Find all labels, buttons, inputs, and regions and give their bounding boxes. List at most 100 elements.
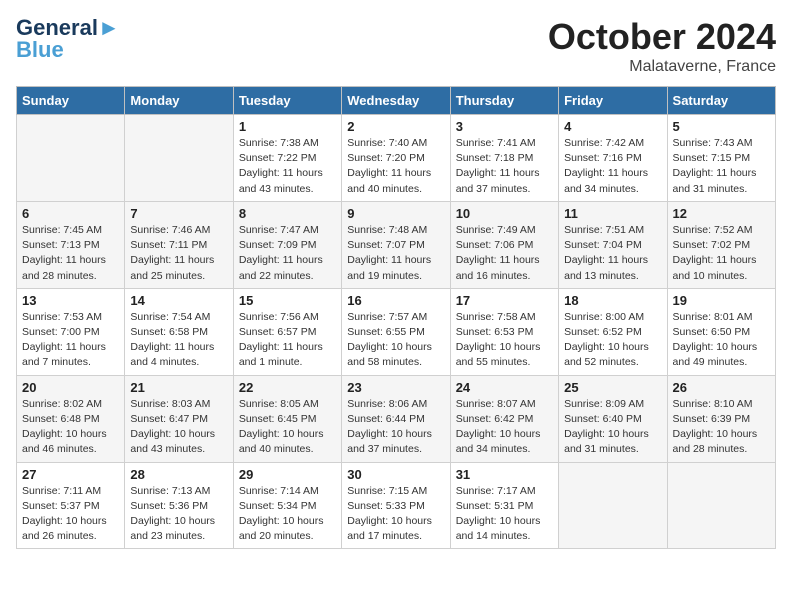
week-row: 1 Sunrise: 7:38 AMSunset: 7:22 PMDaylight… [17, 115, 776, 202]
day-number: 5 [673, 119, 770, 134]
day-number: 3 [456, 119, 553, 134]
day-info: Sunrise: 7:41 AMSunset: 7:18 PMDaylight:… [456, 136, 553, 197]
calendar-cell: 18 Sunrise: 8:00 AMSunset: 6:52 PMDayligh… [559, 288, 667, 375]
day-info: Sunrise: 8:03 AMSunset: 6:47 PMDaylight:… [130, 397, 227, 458]
day-info: Sunrise: 7:49 AMSunset: 7:06 PMDaylight:… [456, 223, 553, 284]
calendar-cell: 14 Sunrise: 7:54 AMSunset: 6:58 PMDayligh… [125, 288, 233, 375]
calendar-cell [17, 115, 125, 202]
weekday-header: Saturday [667, 87, 775, 115]
calendar-cell: 5 Sunrise: 7:43 AMSunset: 7:15 PMDaylight… [667, 115, 775, 202]
calendar-cell: 19 Sunrise: 8:01 AMSunset: 6:50 PMDayligh… [667, 288, 775, 375]
weekday-header: Tuesday [233, 87, 341, 115]
calendar-cell: 15Sunrise: 7:56 AMSunset: 6:57 PMDayligh… [233, 288, 341, 375]
week-row: 13Sunrise: 7:53 AMSunset: 7:00 PMDayligh… [17, 288, 776, 375]
day-info: Sunrise: 8:01 AMSunset: 6:50 PMDaylight:… [673, 310, 770, 371]
calendar-cell: 23 Sunrise: 8:06 AMSunset: 6:44 PMDayligh… [342, 375, 450, 462]
week-row: 27 Sunrise: 7:11 AMSunset: 5:37 PMDayligh… [17, 462, 776, 549]
calendar-cell: 30 Sunrise: 7:15 AMSunset: 5:33 PMDayligh… [342, 462, 450, 549]
calendar-cell: 10 Sunrise: 7:49 AMSunset: 7:06 PMDayligh… [450, 201, 558, 288]
day-number: 19 [673, 293, 770, 308]
calendar-cell: 28 Sunrise: 7:13 AMSunset: 5:36 PMDayligh… [125, 462, 233, 549]
day-number: 9 [347, 206, 444, 221]
weekday-header: Wednesday [342, 87, 450, 115]
logo: General► Blue [16, 16, 120, 62]
day-number: 21 [130, 380, 227, 395]
day-info: Sunrise: 8:10 AMSunset: 6:39 PMDaylight:… [673, 397, 770, 458]
day-number: 30 [347, 467, 444, 482]
day-number: 12 [673, 206, 770, 221]
calendar-cell: 27 Sunrise: 7:11 AMSunset: 5:37 PMDayligh… [17, 462, 125, 549]
logo-blue: Blue [16, 38, 120, 62]
calendar-cell: 11Sunrise: 7:51 AMSunset: 7:04 PMDayligh… [559, 201, 667, 288]
calendar-cell: 24Sunrise: 8:07 AMSunset: 6:42 PMDayligh… [450, 375, 558, 462]
day-number: 23 [347, 380, 444, 395]
day-info: Sunrise: 7:13 AMSunset: 5:36 PMDaylight:… [130, 484, 227, 545]
day-number: 1 [239, 119, 336, 134]
day-number: 2 [347, 119, 444, 134]
calendar-cell: 31Sunrise: 7:17 AMSunset: 5:31 PMDayligh… [450, 462, 558, 549]
weekday-header: Friday [559, 87, 667, 115]
day-number: 27 [22, 467, 119, 482]
day-number: 25 [564, 380, 661, 395]
day-number: 7 [130, 206, 227, 221]
day-number: 22 [239, 380, 336, 395]
calendar-cell: 22 Sunrise: 8:05 AMSunset: 6:45 PMDayligh… [233, 375, 341, 462]
day-info: Sunrise: 7:52 AMSunset: 7:02 PMDaylight:… [673, 223, 770, 284]
day-number: 24 [456, 380, 553, 395]
calendar-cell: 9 Sunrise: 7:48 AMSunset: 7:07 PMDaylight… [342, 201, 450, 288]
calendar-cell: 13Sunrise: 7:53 AMSunset: 7:00 PMDayligh… [17, 288, 125, 375]
weekday-header: Sunday [17, 87, 125, 115]
day-info: Sunrise: 7:40 AMSunset: 7:20 PMDaylight:… [347, 136, 444, 197]
calendar-cell [667, 462, 775, 549]
day-number: 26 [673, 380, 770, 395]
calendar-cell: 21 Sunrise: 8:03 AMSunset: 6:47 PMDayligh… [125, 375, 233, 462]
calendar-cell [125, 115, 233, 202]
day-info: Sunrise: 8:05 AMSunset: 6:45 PMDaylight:… [239, 397, 336, 458]
day-info: Sunrise: 7:57 AMSunset: 6:55 PMDaylight:… [347, 310, 444, 371]
day-number: 8 [239, 206, 336, 221]
calendar-cell: 7 Sunrise: 7:46 AMSunset: 7:11 PMDaylight… [125, 201, 233, 288]
weekday-header: Monday [125, 87, 233, 115]
page-header: General► Blue October 2024 Malataverne, … [16, 16, 776, 76]
weekday-header-row: SundayMondayTuesdayWednesdayThursdayFrid… [17, 87, 776, 115]
day-number: 14 [130, 293, 227, 308]
day-info: Sunrise: 7:43 AMSunset: 7:15 PMDaylight:… [673, 136, 770, 197]
day-info: Sunrise: 8:00 AMSunset: 6:52 PMDaylight:… [564, 310, 661, 371]
day-info: Sunrise: 7:15 AMSunset: 5:33 PMDaylight:… [347, 484, 444, 545]
day-info: Sunrise: 7:47 AMSunset: 7:09 PMDaylight:… [239, 223, 336, 284]
week-row: 6 Sunrise: 7:45 AMSunset: 7:13 PMDaylight… [17, 201, 776, 288]
day-number: 13 [22, 293, 119, 308]
day-number: 6 [22, 206, 119, 221]
day-number: 16 [347, 293, 444, 308]
calendar-cell: 12 Sunrise: 7:52 AMSunset: 7:02 PMDayligh… [667, 201, 775, 288]
calendar-cell: 4Sunrise: 7:42 AMSunset: 7:16 PMDaylight… [559, 115, 667, 202]
calendar-cell: 2 Sunrise: 7:40 AMSunset: 7:20 PMDaylight… [342, 115, 450, 202]
calendar-cell: 3 Sunrise: 7:41 AMSunset: 7:18 PMDaylight… [450, 115, 558, 202]
day-info: Sunrise: 7:45 AMSunset: 7:13 PMDaylight:… [22, 223, 119, 284]
day-number: 10 [456, 206, 553, 221]
day-number: 20 [22, 380, 119, 395]
day-info: Sunrise: 7:38 AMSunset: 7:22 PMDaylight:… [239, 136, 336, 197]
day-number: 11 [564, 206, 661, 221]
calendar-cell: 6 Sunrise: 7:45 AMSunset: 7:13 PMDaylight… [17, 201, 125, 288]
weekday-header: Thursday [450, 87, 558, 115]
calendar-cell: 25Sunrise: 8:09 AMSunset: 6:40 PMDayligh… [559, 375, 667, 462]
day-number: 29 [239, 467, 336, 482]
day-info: Sunrise: 8:06 AMSunset: 6:44 PMDaylight:… [347, 397, 444, 458]
calendar-table: SundayMondayTuesdayWednesdayThursdayFrid… [16, 86, 776, 549]
location: Malataverne, France [548, 58, 776, 76]
day-number: 28 [130, 467, 227, 482]
day-info: Sunrise: 7:11 AMSunset: 5:37 PMDaylight:… [22, 484, 119, 545]
calendar-cell [559, 462, 667, 549]
calendar-cell: 26 Sunrise: 8:10 AMSunset: 6:39 PMDayligh… [667, 375, 775, 462]
day-info: Sunrise: 8:02 AMSunset: 6:48 PMDaylight:… [22, 397, 119, 458]
day-number: 18 [564, 293, 661, 308]
day-number: 15 [239, 293, 336, 308]
day-info: Sunrise: 7:54 AMSunset: 6:58 PMDaylight:… [130, 310, 227, 371]
calendar-cell: 17Sunrise: 7:58 AMSunset: 6:53 PMDayligh… [450, 288, 558, 375]
day-info: Sunrise: 7:46 AMSunset: 7:11 PMDaylight:… [130, 223, 227, 284]
day-number: 31 [456, 467, 553, 482]
day-info: Sunrise: 7:48 AMSunset: 7:07 PMDaylight:… [347, 223, 444, 284]
day-number: 4 [564, 119, 661, 134]
calendar-cell: 1 Sunrise: 7:38 AMSunset: 7:22 PMDaylight… [233, 115, 341, 202]
